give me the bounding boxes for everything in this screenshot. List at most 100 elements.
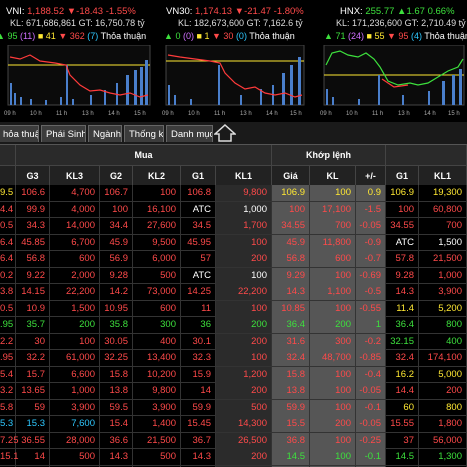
cell-kl1[interactable]: 1,000 [216, 201, 272, 218]
cell-g2[interactable]: 10.95 [100, 300, 133, 317]
cell-change[interactable]: -1.5 [356, 201, 386, 218]
cell-row-ticker-price[interactable]: 4.4 [0, 201, 16, 218]
cell-g2[interactable]: 106.7 [100, 185, 133, 201]
table-row[interactable]: .95 35.7 200 35.8 300 36 200 36.4 200 1 36.4 800 [0, 317, 467, 334]
cell-gia[interactable]: 32.4 [272, 350, 310, 366]
cell-gia[interactable]: 31.6 [272, 333, 310, 350]
cell-change[interactable]: -0.2 [356, 333, 386, 350]
cell-change[interactable]: -0.7 [356, 251, 386, 267]
table-row[interactable]: 2.2 30 100 30.05 400 30.1 200 31.6 300 -0.2 32.15 4… [0, 333, 467, 350]
cell-ban-g1[interactable]: 14.4 [386, 383, 419, 399]
table-row[interactable]: 5.4 15.7 6,600 15.8 10,200 15.9 1,200 15.8 100 -0… [0, 366, 467, 383]
cell-ban-g1[interactable]: 57.8 [386, 251, 419, 267]
cell-kl2[interactable]: 9,800 [133, 383, 181, 399]
cell-gia[interactable]: 34.55 [272, 218, 310, 234]
cell-change[interactable]: -0.25 [356, 432, 386, 449]
cell-g3[interactable]: 36.55 [16, 432, 50, 449]
cell-kl3[interactable]: 28,000 [50, 432, 100, 449]
cell-kl3[interactable]: 500 [50, 449, 100, 465]
cell-ban-kl1[interactable]: 19,300 [419, 185, 467, 201]
cell-g3[interactable]: 45.85 [16, 234, 50, 251]
cell-ban-g1[interactable]: 37 [386, 432, 419, 449]
cell-row-ticker-price[interactable]: 9.5 [0, 185, 16, 201]
cell-ban-g1[interactable]: 15.55 [386, 416, 419, 432]
cell-kl1[interactable]: 200 [216, 449, 272, 465]
cell-change[interactable]: -0.85 [356, 350, 386, 366]
cell-kl2[interactable]: 9,500 [133, 234, 181, 251]
cell-g3[interactable]: 14.15 [16, 284, 50, 300]
cell-change[interactable]: -0.05 [356, 383, 386, 399]
cell-g2[interactable]: 15.4 [100, 416, 133, 432]
cell-row-ticker-price[interactable]: 3.8 [0, 284, 16, 300]
cell-g3[interactable]: 32.2 [16, 350, 50, 366]
table-row[interactable]: 7.25 36.55 28,000 36.6 21,500 36.7 26,500 36.8 1… [0, 432, 467, 449]
cell-kl3[interactable]: 4,000 [50, 201, 100, 218]
cell-kl3[interactable]: 600 [50, 251, 100, 267]
col-header-g1[interactable]: G1 [181, 165, 216, 185]
table-row[interactable]: 6.4 45.85 6,700 45.9 9,500 45.95 100 45.9 11,800… [0, 234, 467, 251]
cell-gia[interactable]: 10.85 [272, 300, 310, 317]
cell-g3[interactable]: 9.22 [16, 267, 50, 284]
cell-gia[interactable]: 106.9 [272, 185, 310, 201]
cell-change[interactable]: 0.9 [356, 185, 386, 201]
table-row[interactable]: 0.2 9.22 2,000 9.28 500 ATC 100 9.29 100 -0.69 9.2… [0, 267, 467, 284]
cell-change[interactable]: -0.9 [356, 234, 386, 251]
cell-g2[interactable]: 9.28 [100, 267, 133, 284]
cell-kl3[interactable]: 14,000 [50, 218, 100, 234]
cell-ban-kl1[interactable]: 1,500 [419, 234, 467, 251]
cell-ban-kl1[interactable]: 56,000 [419, 432, 467, 449]
cell-gia[interactable]: 59.9 [272, 399, 310, 416]
cell-ban-kl1[interactable]: 174,100 [419, 350, 467, 366]
cell-kl2[interactable]: 500 [133, 267, 181, 284]
cell-gia[interactable]: 56.8 [272, 251, 310, 267]
cell-ban-kl1[interactable]: 700 [419, 218, 467, 234]
cell-g1[interactable]: 34.5 [181, 218, 216, 234]
cell-kl[interactable]: 600 [310, 251, 356, 267]
cell-g2[interactable]: 13.8 [100, 383, 133, 399]
cell-kl[interactable]: 100 [310, 185, 356, 201]
col-header-kl2[interactable]: KL2 [133, 165, 181, 185]
cell-row-ticker-price[interactable]: 0.5 [0, 300, 16, 317]
cell-kl[interactable]: 48,700 [310, 350, 356, 366]
cell-kl3[interactable]: 6,600 [50, 366, 100, 383]
cell-kl2[interactable]: 16,100 [133, 201, 181, 218]
table-row[interactable]: 5.3 15.3 7,600 15.4 1,400 15.45 14,300 15.5 200-… [0, 416, 467, 433]
cell-change[interactable]: -0.1 [356, 399, 386, 416]
cell-g1[interactable]: 57 [181, 251, 216, 267]
cell-g2[interactable]: 30.05 [100, 333, 133, 350]
cell-ban-kl1[interactable]: 5,000 [419, 366, 467, 383]
index-panel-hnx[interactable]: HNX: 255.77 ▲1.67 0.66% KL: 171,236,600 … [318, 0, 467, 122]
cell-row-ticker-price[interactable]: 3.2 [0, 383, 16, 399]
cell-change[interactable]: -0.1 [356, 449, 386, 465]
tab-thoa-thuan[interactable]: hỏa thuận [0, 125, 39, 142]
table-row[interactable]: 0.5 10.9 1,500 10.95 600 11 100 10.85 100 -0.55 11… [0, 300, 467, 317]
table-row[interactable]: 4.4 99.9 4,000 100 16,100 ATC 1,000 100 17,100 -1… [0, 201, 467, 218]
col-header-kl[interactable]: KL [310, 165, 356, 185]
cell-ban-g1[interactable]: 34.55 [386, 218, 419, 234]
cell-kl1[interactable]: 200 [216, 317, 272, 333]
cell-ban-kl1[interactable]: 1,000 [419, 267, 467, 284]
cell-kl2[interactable]: 3,900 [133, 399, 181, 416]
cell-g1[interactable]: 11 [181, 300, 216, 317]
cell-kl[interactable]: 200 [310, 317, 356, 333]
cell-kl2[interactable]: 500 [133, 449, 181, 465]
cell-kl1[interactable]: 1,200 [216, 366, 272, 383]
cell-gia[interactable]: 15.5 [272, 416, 310, 432]
cell-kl2[interactable]: 1,400 [133, 416, 181, 432]
cell-g1[interactable]: 45.95 [181, 234, 216, 251]
cell-kl3[interactable]: 3,900 [50, 399, 100, 416]
table-row[interactable]: 0.5 34.3 14,000 34.4 27,600 34.5 1,700 34.55 700… [0, 218, 467, 235]
cell-kl1[interactable]: 1,700 [216, 218, 272, 234]
cell-kl[interactable]: 100 [310, 399, 356, 416]
cell-row-ticker-price[interactable]: 5.4 [0, 366, 16, 383]
table-row[interactable]: 3.2 13.65 1,000 13.8 9,800 14 200 13.8 100 -0.05 1… [0, 383, 467, 400]
cell-ban-g1[interactable]: 14.5 [386, 449, 419, 465]
cell-kl2[interactable]: 300 [133, 317, 181, 333]
cell-gia[interactable]: 36.4 [272, 317, 310, 333]
cell-kl[interactable]: 200 [310, 416, 356, 432]
index-panel-vni[interactable]: VNI: 1,188.52 ▼-18.43 -1.55% KL: 671,686… [0, 0, 154, 122]
cell-g3[interactable]: 15.7 [16, 366, 50, 383]
cell-g2[interactable]: 45.9 [100, 234, 133, 251]
cell-g1[interactable]: 14.25 [181, 284, 216, 300]
table-row[interactable]: 15.1 14 500 14.3 500 14.3 200 14.5 100 -0.1 14.5 1,… [0, 449, 467, 466]
